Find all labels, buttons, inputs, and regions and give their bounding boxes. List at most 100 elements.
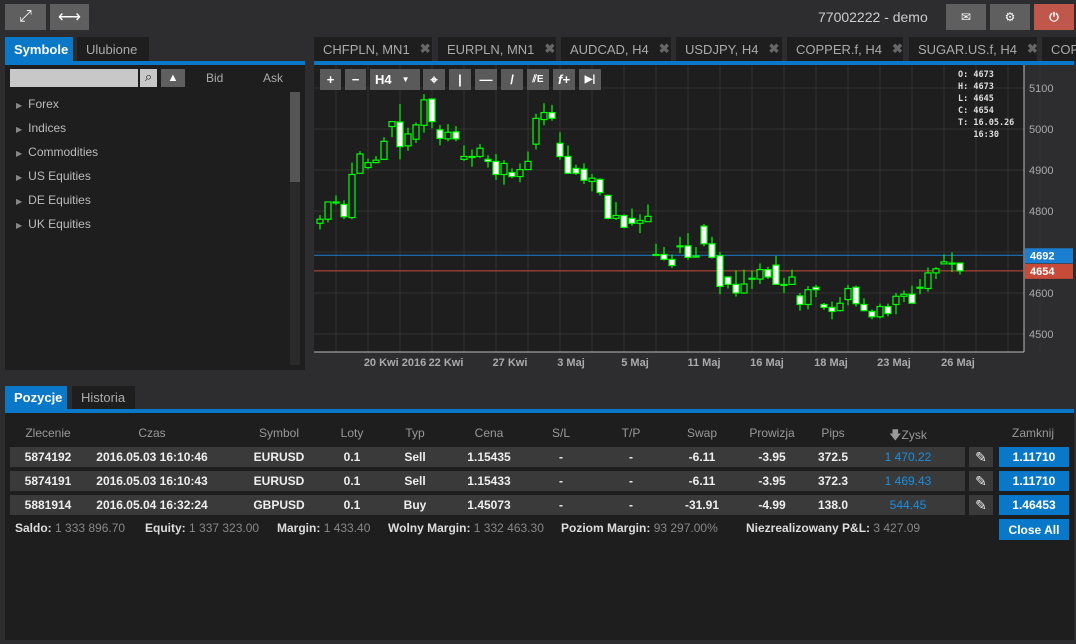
y-tick-label: 4900 [1029, 165, 1053, 177]
equity-value: 1 337 323.00 [189, 521, 260, 535]
column-header-pips[interactable]: Pips [821, 426, 844, 440]
saldo-summary: Saldo: 1 333 896.70 [15, 521, 125, 535]
close-icon[interactable]: ✖ [659, 41, 670, 57]
expand-icon[interactable]: ⤢ [5, 4, 46, 30]
edit-position-button[interactable]: ✎ [969, 495, 993, 515]
chart-tab[interactable]: EURPLN, MN1 ✖ [438, 37, 556, 61]
column-label: Czas [138, 426, 166, 440]
tab-historia[interactable]: Historia [72, 386, 135, 409]
chart-tab-label: EURPLN, MN1 [447, 41, 535, 57]
tab-ulubione[interactable]: Ulubione [77, 37, 149, 61]
column-header-loty[interactable]: Loty [341, 426, 364, 440]
crosshair-icon: ⌖ [430, 71, 438, 87]
chart-tab[interactable]: SUGAR.US.f, H4 ✖ [909, 37, 1037, 61]
column-header-zamknij[interactable]: Zamknij [1012, 426, 1054, 440]
trend-line-button[interactable]: / [501, 69, 523, 90]
close-all-button[interactable]: Close All [999, 519, 1069, 540]
summary-label: Poziom Margin: [561, 521, 651, 535]
logout-button[interactable]: ⏻ [1034, 4, 1074, 30]
margin-level-summary: Poziom Margin: 93 297.00% [561, 521, 718, 535]
collapse-button[interactable]: ▲ [161, 69, 185, 87]
tree-item-commodities[interactable]: ▶ Commodities [16, 145, 98, 159]
mail-button[interactable]: ✉ [946, 4, 986, 30]
ohlc-label: T: [958, 118, 974, 128]
close-icon[interactable]: ✖ [420, 41, 431, 57]
close-position-button[interactable]: 1.46453 [999, 495, 1069, 515]
close-icon[interactable]: ✖ [1027, 41, 1037, 57]
bid-header: Bid [206, 71, 224, 85]
cell-price: 1.45073 [467, 498, 511, 512]
tab-symbole[interactable]: Symbole [5, 37, 73, 61]
close-icon[interactable]: ✖ [768, 41, 779, 57]
x-tick-label: 18 Maj [814, 357, 848, 369]
cell-order: 5881914 [24, 498, 72, 512]
chart-tab[interactable]: COPPER.f, H4 ✖ [787, 37, 903, 61]
close-position-button[interactable]: 1.11710 [999, 471, 1069, 491]
plus-icon: + [326, 72, 335, 87]
summary-label: Equity: [145, 521, 186, 535]
fibonacci-button[interactable]: ⫽E [527, 69, 549, 90]
settings-button[interactable]: ⚙ [990, 4, 1030, 30]
edit-position-button[interactable]: ✎ [969, 447, 993, 467]
vertical-line-button[interactable]: | [449, 69, 471, 90]
tree-label: UK Equities [28, 217, 91, 231]
horizontal-line-button[interactable]: — [475, 69, 497, 90]
tree-label: Forex [28, 97, 59, 111]
bid-price-label: 4654 [1030, 266, 1055, 278]
tree-item-indices[interactable]: ▶ Indices [16, 121, 66, 135]
account-label: 77002222 - demo [818, 9, 928, 25]
chart-tab[interactable]: USDJPY, H4 ✖ [676, 37, 782, 61]
edit-position-button[interactable]: ✎ [969, 471, 993, 491]
cell-profit: 544.45 [889, 498, 927, 512]
ohlc-low: 4645 [973, 94, 994, 104]
timeframe-select[interactable]: H4 ▼ [370, 69, 420, 90]
indicators-button[interactable]: f+ [553, 69, 575, 90]
tree-item-forex[interactable]: ▶ Forex [16, 97, 59, 111]
column-header-sl[interactable]: S/L [552, 426, 570, 440]
horizontal-line-icon: — [479, 72, 493, 87]
x-tick-label: 16 Maj [750, 357, 784, 369]
close-icon[interactable]: ✖ [892, 41, 903, 57]
chart-tab-label: COF [1051, 41, 1076, 57]
close-icon[interactable]: ✖ [544, 41, 555, 57]
close-position-button[interactable]: 1.11710 [999, 447, 1069, 467]
search-input[interactable] [10, 69, 138, 87]
column-header-cena[interactable]: Cena [475, 426, 504, 440]
horizontal-resize-icon[interactable]: ⟷ [50, 4, 89, 30]
tree-item-de-equities[interactable]: ▶ DE Equities [16, 193, 91, 207]
tree-item-us-equities[interactable]: ▶ US Equities [16, 169, 91, 183]
zoom-out-button[interactable]: − [345, 69, 366, 90]
column-header-zlecenie[interactable]: Zlecenie [25, 426, 70, 440]
free-margin-value: 1 332 463.30 [473, 521, 544, 535]
chart-tab[interactable]: AUDCAD, H4 ✖ [561, 37, 671, 61]
cell-lots: 0.1 [343, 450, 361, 464]
chart-tab-label: SUGAR.US.f, H4 [918, 41, 1017, 57]
cell-lots: 0.1 [343, 474, 361, 488]
chart-tab[interactable]: CHFPLN, MN1 ✖ [314, 37, 432, 61]
column-header-symbol[interactable]: Symbol [259, 426, 299, 440]
column-header-zysk[interactable]: 🡇Zysk [889, 426, 927, 447]
column-header-typ[interactable]: Typ [405, 426, 424, 440]
tree-label: Commodities [28, 145, 99, 159]
y-tick-label: 5100 [1029, 83, 1053, 95]
chart-tab[interactable]: COF [1042, 37, 1076, 61]
x-tick-label: 23 Maj [877, 357, 911, 369]
column-header-czas[interactable]: Czas [138, 426, 165, 440]
scrollbar-track[interactable] [290, 92, 300, 365]
scroll-end-button[interactable]: ▶| [579, 69, 601, 90]
column-header-tp[interactable]: T/P [622, 426, 641, 440]
x-tick-label: 26 Maj [941, 357, 975, 369]
cell-time: 2016.05.04 16:32:24 [96, 498, 208, 512]
zoom-in-button[interactable]: + [320, 69, 341, 90]
crosshair-button[interactable]: ⌖ [423, 69, 445, 90]
scrollbar-thumb[interactable] [290, 92, 300, 182]
column-header-swap[interactable]: Swap [687, 426, 717, 440]
summary-label: Saldo: [15, 521, 52, 535]
column-label: Zamknij [1011, 426, 1055, 440]
column-header-prowizja[interactable]: Prowizja [749, 426, 794, 440]
ohlc-label: C: [958, 106, 974, 116]
tab-pozycje[interactable]: Pozycje [5, 386, 67, 409]
tree-item-uk-equities[interactable]: ▶ UK Equities [16, 217, 91, 231]
search-icon[interactable]: ⌕ [140, 69, 157, 87]
saldo-value: 1 333 896.70 [55, 521, 126, 535]
